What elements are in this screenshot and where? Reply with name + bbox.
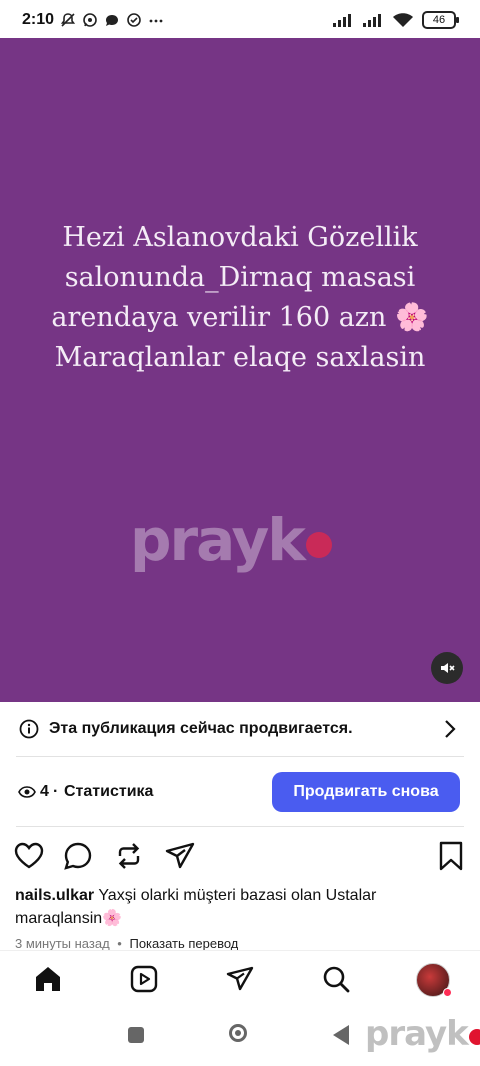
home-button[interactable] (229, 1024, 247, 1042)
promotion-status-text: Эта публикация сейчас продвигается. (49, 720, 353, 737)
battery-icon: 46 (422, 11, 459, 29)
divider (16, 826, 464, 827)
post-media-text: Hezi Aslanovdaki Gözellik salonunda_Dirn… (51, 222, 429, 373)
watermark-text: prayk (365, 1014, 469, 1054)
signal-icon (363, 14, 381, 27)
system-icons: 46 (332, 11, 459, 29)
wifi-icon (393, 13, 413, 27)
watermark: prayk (130, 506, 332, 574)
caption-username[interactable]: nails.ulkar (15, 887, 94, 904)
promote-again-button[interactable]: Продвигать снова (272, 772, 460, 812)
stats-separator: · (53, 783, 59, 800)
post-actions (0, 836, 480, 876)
recents-button[interactable] (128, 1027, 144, 1043)
back-button[interactable] (333, 1025, 349, 1045)
promotion-banner[interactable]: Эта публикация сейчас продвигается. (0, 702, 480, 756)
comment-icon[interactable] (62, 840, 94, 872)
reels-icon[interactable] (129, 964, 159, 994)
watermark-text: prayk (130, 506, 306, 574)
views-count: 4 (40, 783, 49, 800)
signal-icon (333, 14, 351, 27)
stats-row: 4 · Статистика Продвигать снова (0, 770, 480, 814)
bookmark-icon[interactable] (435, 840, 467, 872)
notification-icons (60, 12, 164, 28)
whatsapp-icon (83, 13, 97, 27)
watermark-dot (305, 532, 332, 558)
home-icon[interactable] (33, 964, 63, 994)
post-media[interactable]: Hezi Aslanovdaki Gözellik salonunda_Dirn… (0, 38, 480, 702)
post-caption: nails.ulkar Yaxşi olarki müşteri bazasi … (15, 884, 465, 930)
post-time: 3 минуты назад (15, 936, 110, 950)
system-nav-bar: prayk (0, 1006, 480, 1066)
search-icon[interactable] (321, 964, 351, 994)
status-bar: 2:10 46 (0, 0, 480, 38)
bottom-nav (0, 950, 480, 1007)
chevron-right-icon (445, 720, 456, 738)
show-translation-link[interactable]: Показать перевод (129, 936, 238, 950)
mute-button[interactable] (431, 652, 463, 684)
mute-bell-icon (60, 13, 76, 27)
share-icon[interactable] (164, 840, 196, 872)
repost-icon[interactable] (113, 840, 145, 872)
meta-separator: • (117, 936, 122, 950)
info-icon (19, 719, 39, 739)
chat-bubble-icon (106, 15, 118, 26)
speaker-muted-icon (441, 663, 455, 673)
status-time: 2:10 (22, 11, 55, 28)
watermark: prayk (365, 1014, 480, 1054)
post-meta: 3 минуты назад • Показать перевод (15, 936, 238, 950)
notification-dot (443, 988, 452, 997)
eye-icon (18, 786, 36, 798)
divider (16, 756, 464, 757)
send-icon[interactable] (225, 964, 255, 994)
statistics-link[interactable]: Статистика (64, 783, 153, 801)
heart-icon[interactable] (13, 840, 45, 872)
watermark-dot (468, 1029, 480, 1045)
more-dots-icon (149, 19, 163, 23)
whatsapp-icon (127, 13, 141, 27)
